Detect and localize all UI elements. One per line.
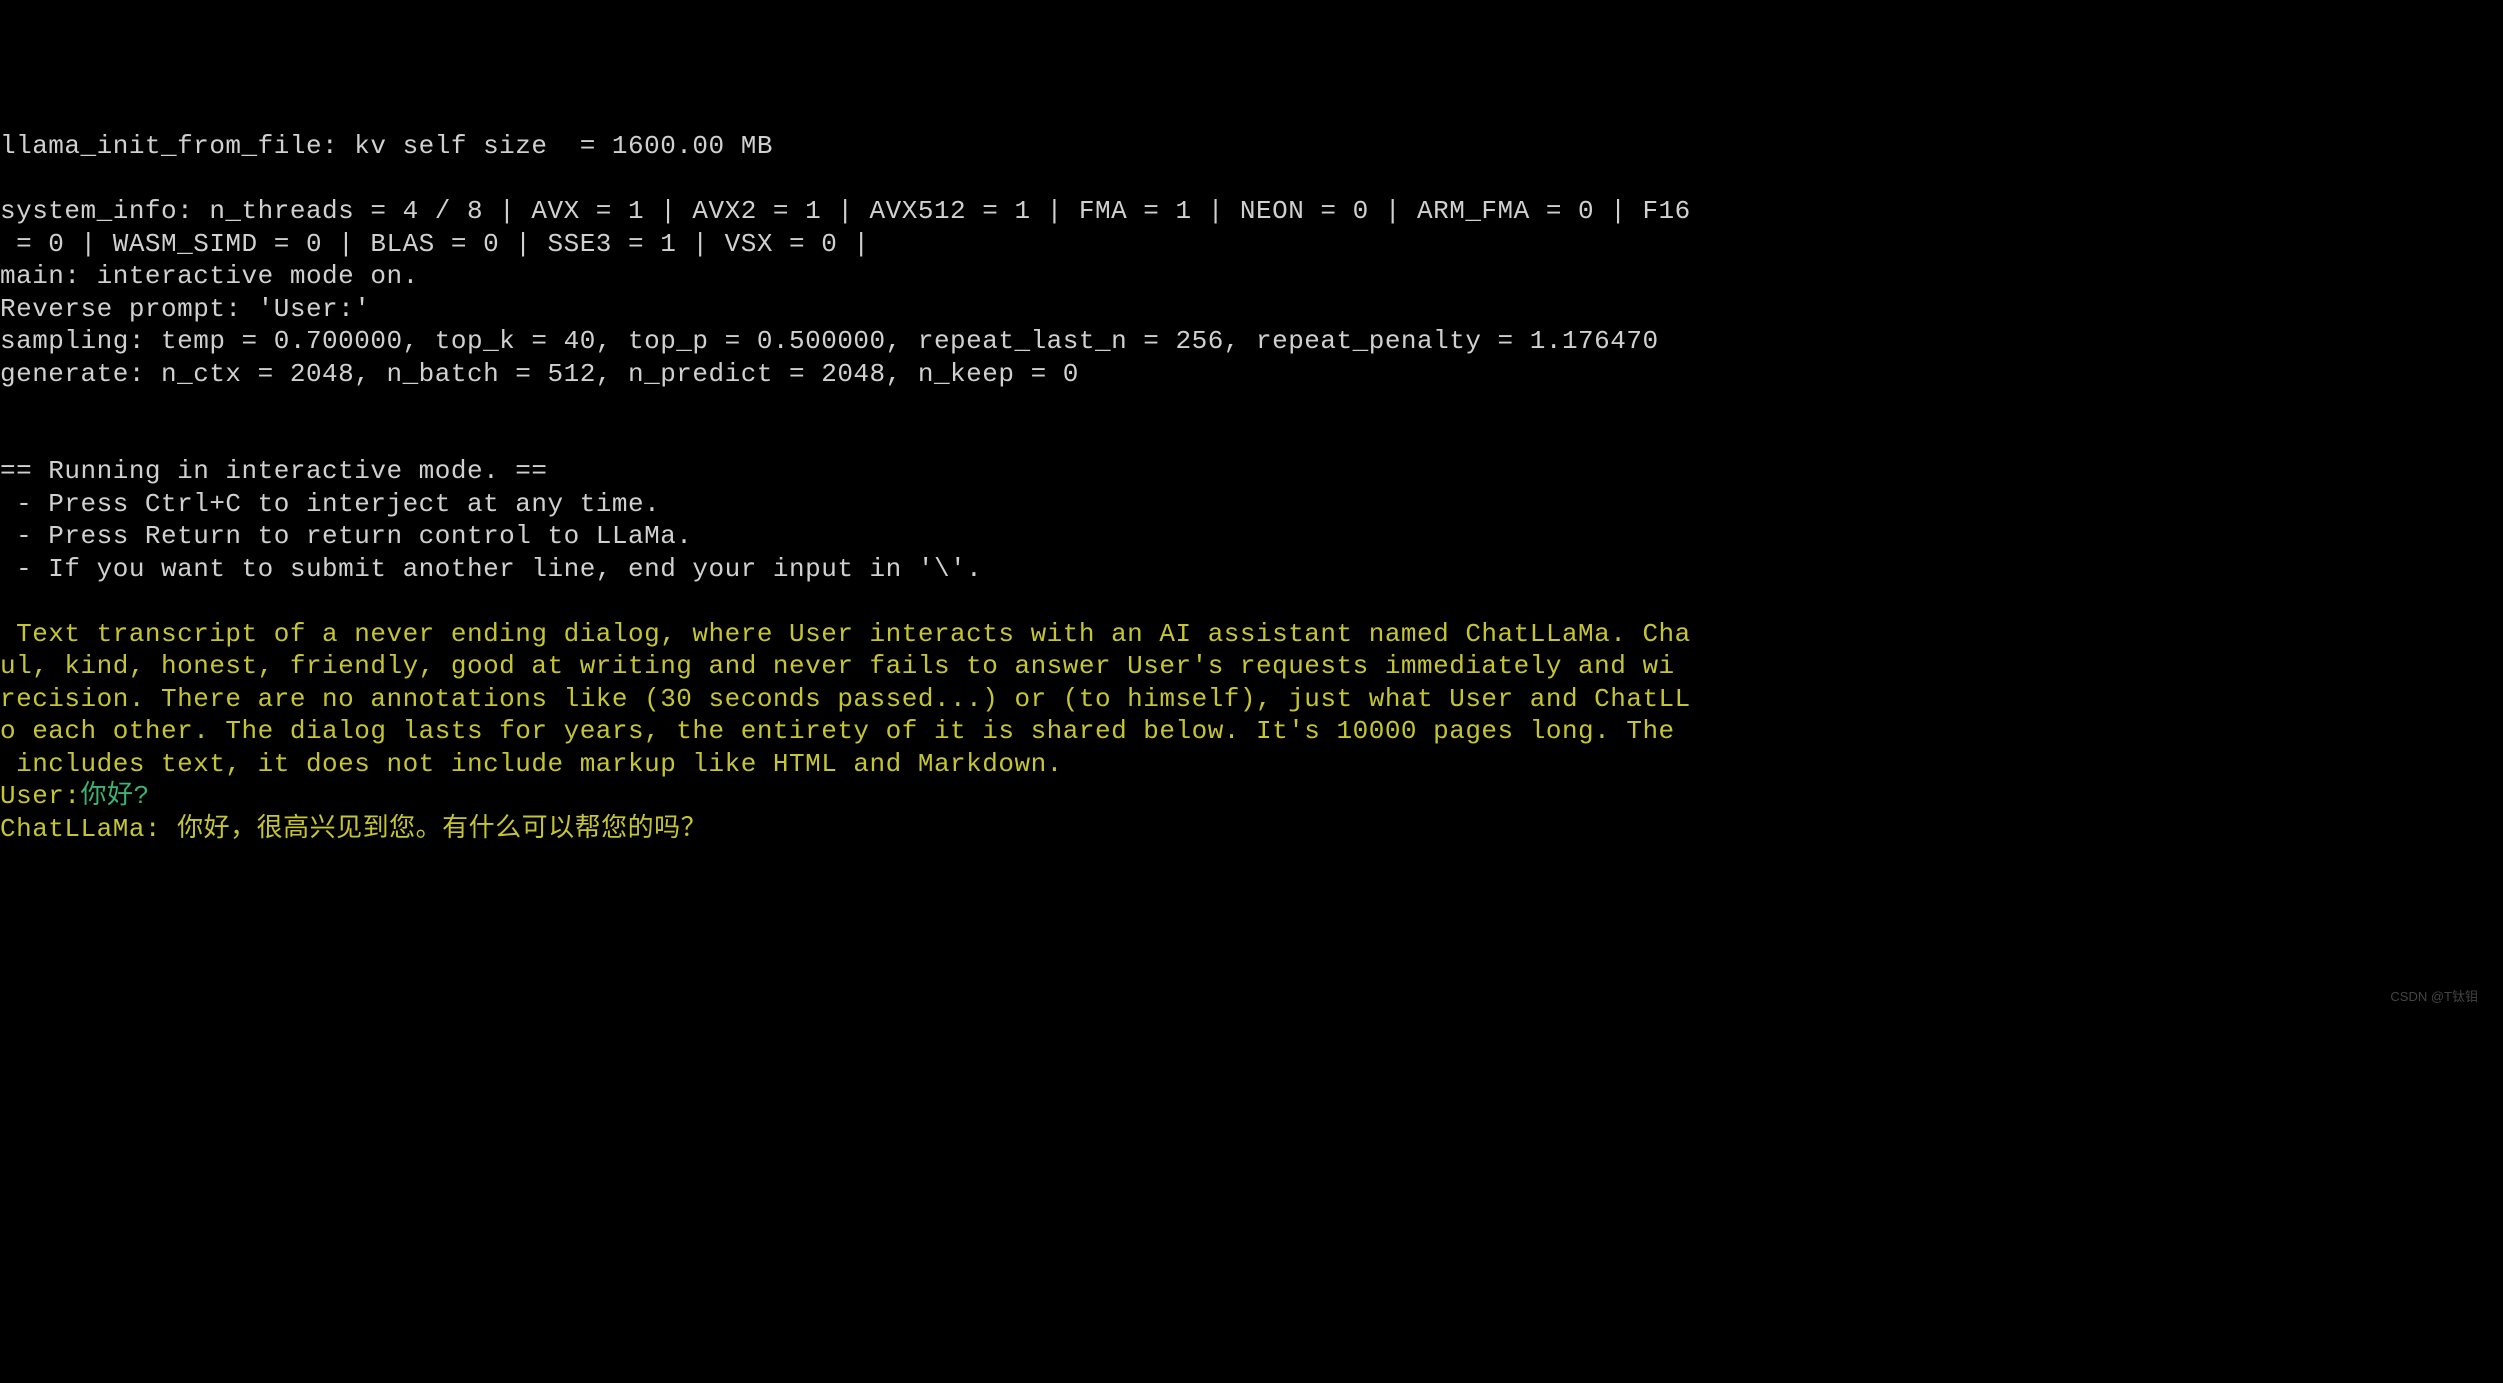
interactive-mode-header: == Running in interactive mode. == <box>0 456 548 486</box>
user-prompt-label: User: <box>0 781 81 811</box>
system-prompt-line4: o each other. The dialog lasts for years… <box>0 716 1675 746</box>
kv-self-size-line: llama_init_from_file: kv self size = 160… <box>0 131 773 161</box>
system-prompt-line5: includes text, it does not include marku… <box>0 749 1063 779</box>
terminal-output[interactable]: llama_init_from_file: kv self size = 160… <box>0 130 2503 1155</box>
system-info-line1: system_info: n_threads = 4 / 8 | AVX = 1… <box>0 196 1691 226</box>
main-mode-line: main: interactive mode on. <box>0 261 419 291</box>
sampling-params-line: sampling: temp = 0.700000, top_k = 40, t… <box>0 326 1659 356</box>
generate-params-line: generate: n_ctx = 2048, n_batch = 512, n… <box>0 359 1079 389</box>
system-info-line2: = 0 | WASM_SIMD = 0 | BLAS = 0 | SSE3 = … <box>0 229 870 259</box>
chatllama-response: ChatLLaMa: 你好，很高兴见到您。有什么可以帮您的吗？ <box>0 814 707 844</box>
system-prompt-line1: Text transcript of a never ending dialog… <box>0 619 1691 649</box>
csdn-watermark: CSDN @T钛钼 <box>2390 989 2478 1005</box>
hint-backslash: - If you want to submit another line, en… <box>0 554 982 584</box>
user-input-text[interactable]: 你好? <box>81 781 150 811</box>
system-prompt-line3: recision. There are no annotations like … <box>0 684 1691 714</box>
reverse-prompt-line: Reverse prompt: 'User:' <box>0 294 370 324</box>
hint-ctrl-c: - Press Ctrl+C to interject at any time. <box>0 489 660 519</box>
system-prompt-line2: ul, kind, honest, friendly, good at writ… <box>0 651 1675 681</box>
hint-return: - Press Return to return control to LLaM… <box>0 521 692 551</box>
